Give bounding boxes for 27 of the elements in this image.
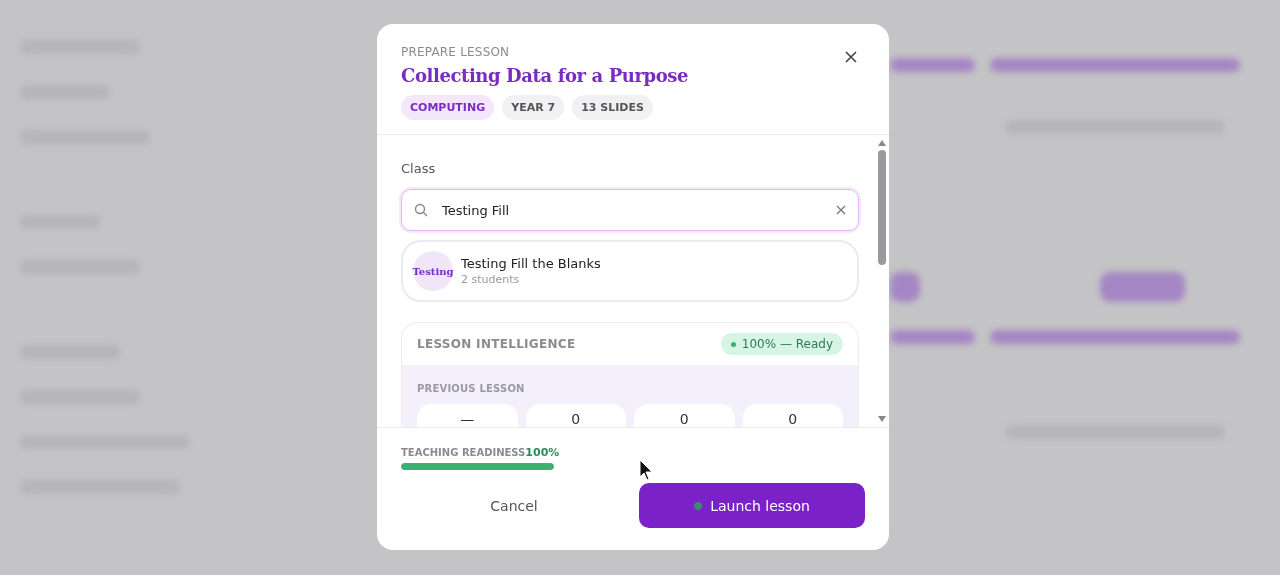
readiness-value: 100%	[525, 446, 560, 459]
field-label: Class	[401, 161, 437, 176]
stat-tile: 0	[525, 404, 626, 427]
student-count: 2 students	[461, 273, 521, 286]
class-avatar: Testing	[413, 251, 453, 291]
scroll-up-icon[interactable]	[877, 139, 887, 147]
lesson-tag: YEAR 7	[502, 95, 565, 120]
close-icon[interactable]	[845, 51, 857, 63]
lesson-title: Collecting Data for a Purpose	[401, 65, 689, 86]
class-search-field[interactable]: Testing Fill	[401, 189, 859, 231]
readiness-label: TEACHING READINESS	[401, 447, 526, 458]
lesson-tag: COMPUTING	[401, 95, 495, 120]
card-title: LESSON INTELLIGENCE	[417, 337, 576, 351]
class-name: Testing Fill the Blanks	[461, 256, 601, 271]
stat-tile: 0	[742, 404, 843, 427]
dialog-eyebrow: PREPARE LESSON	[401, 45, 510, 59]
search-icon	[414, 203, 428, 217]
scroll-down-icon[interactable]	[877, 415, 887, 423]
cursor-icon	[639, 459, 653, 481]
clear-icon[interactable]	[836, 205, 846, 215]
section-label: PREVIOUS LESSON	[417, 383, 526, 394]
stat-tile: 0	[634, 404, 735, 427]
stat-tile: —	[417, 404, 518, 427]
scrollbar-thumb[interactable]	[878, 150, 886, 265]
status-badge: 100% — Ready	[720, 333, 843, 355]
lesson-tag: 13 SLIDES	[572, 95, 653, 120]
launch-button[interactable]: Launch lesson	[639, 483, 865, 528]
